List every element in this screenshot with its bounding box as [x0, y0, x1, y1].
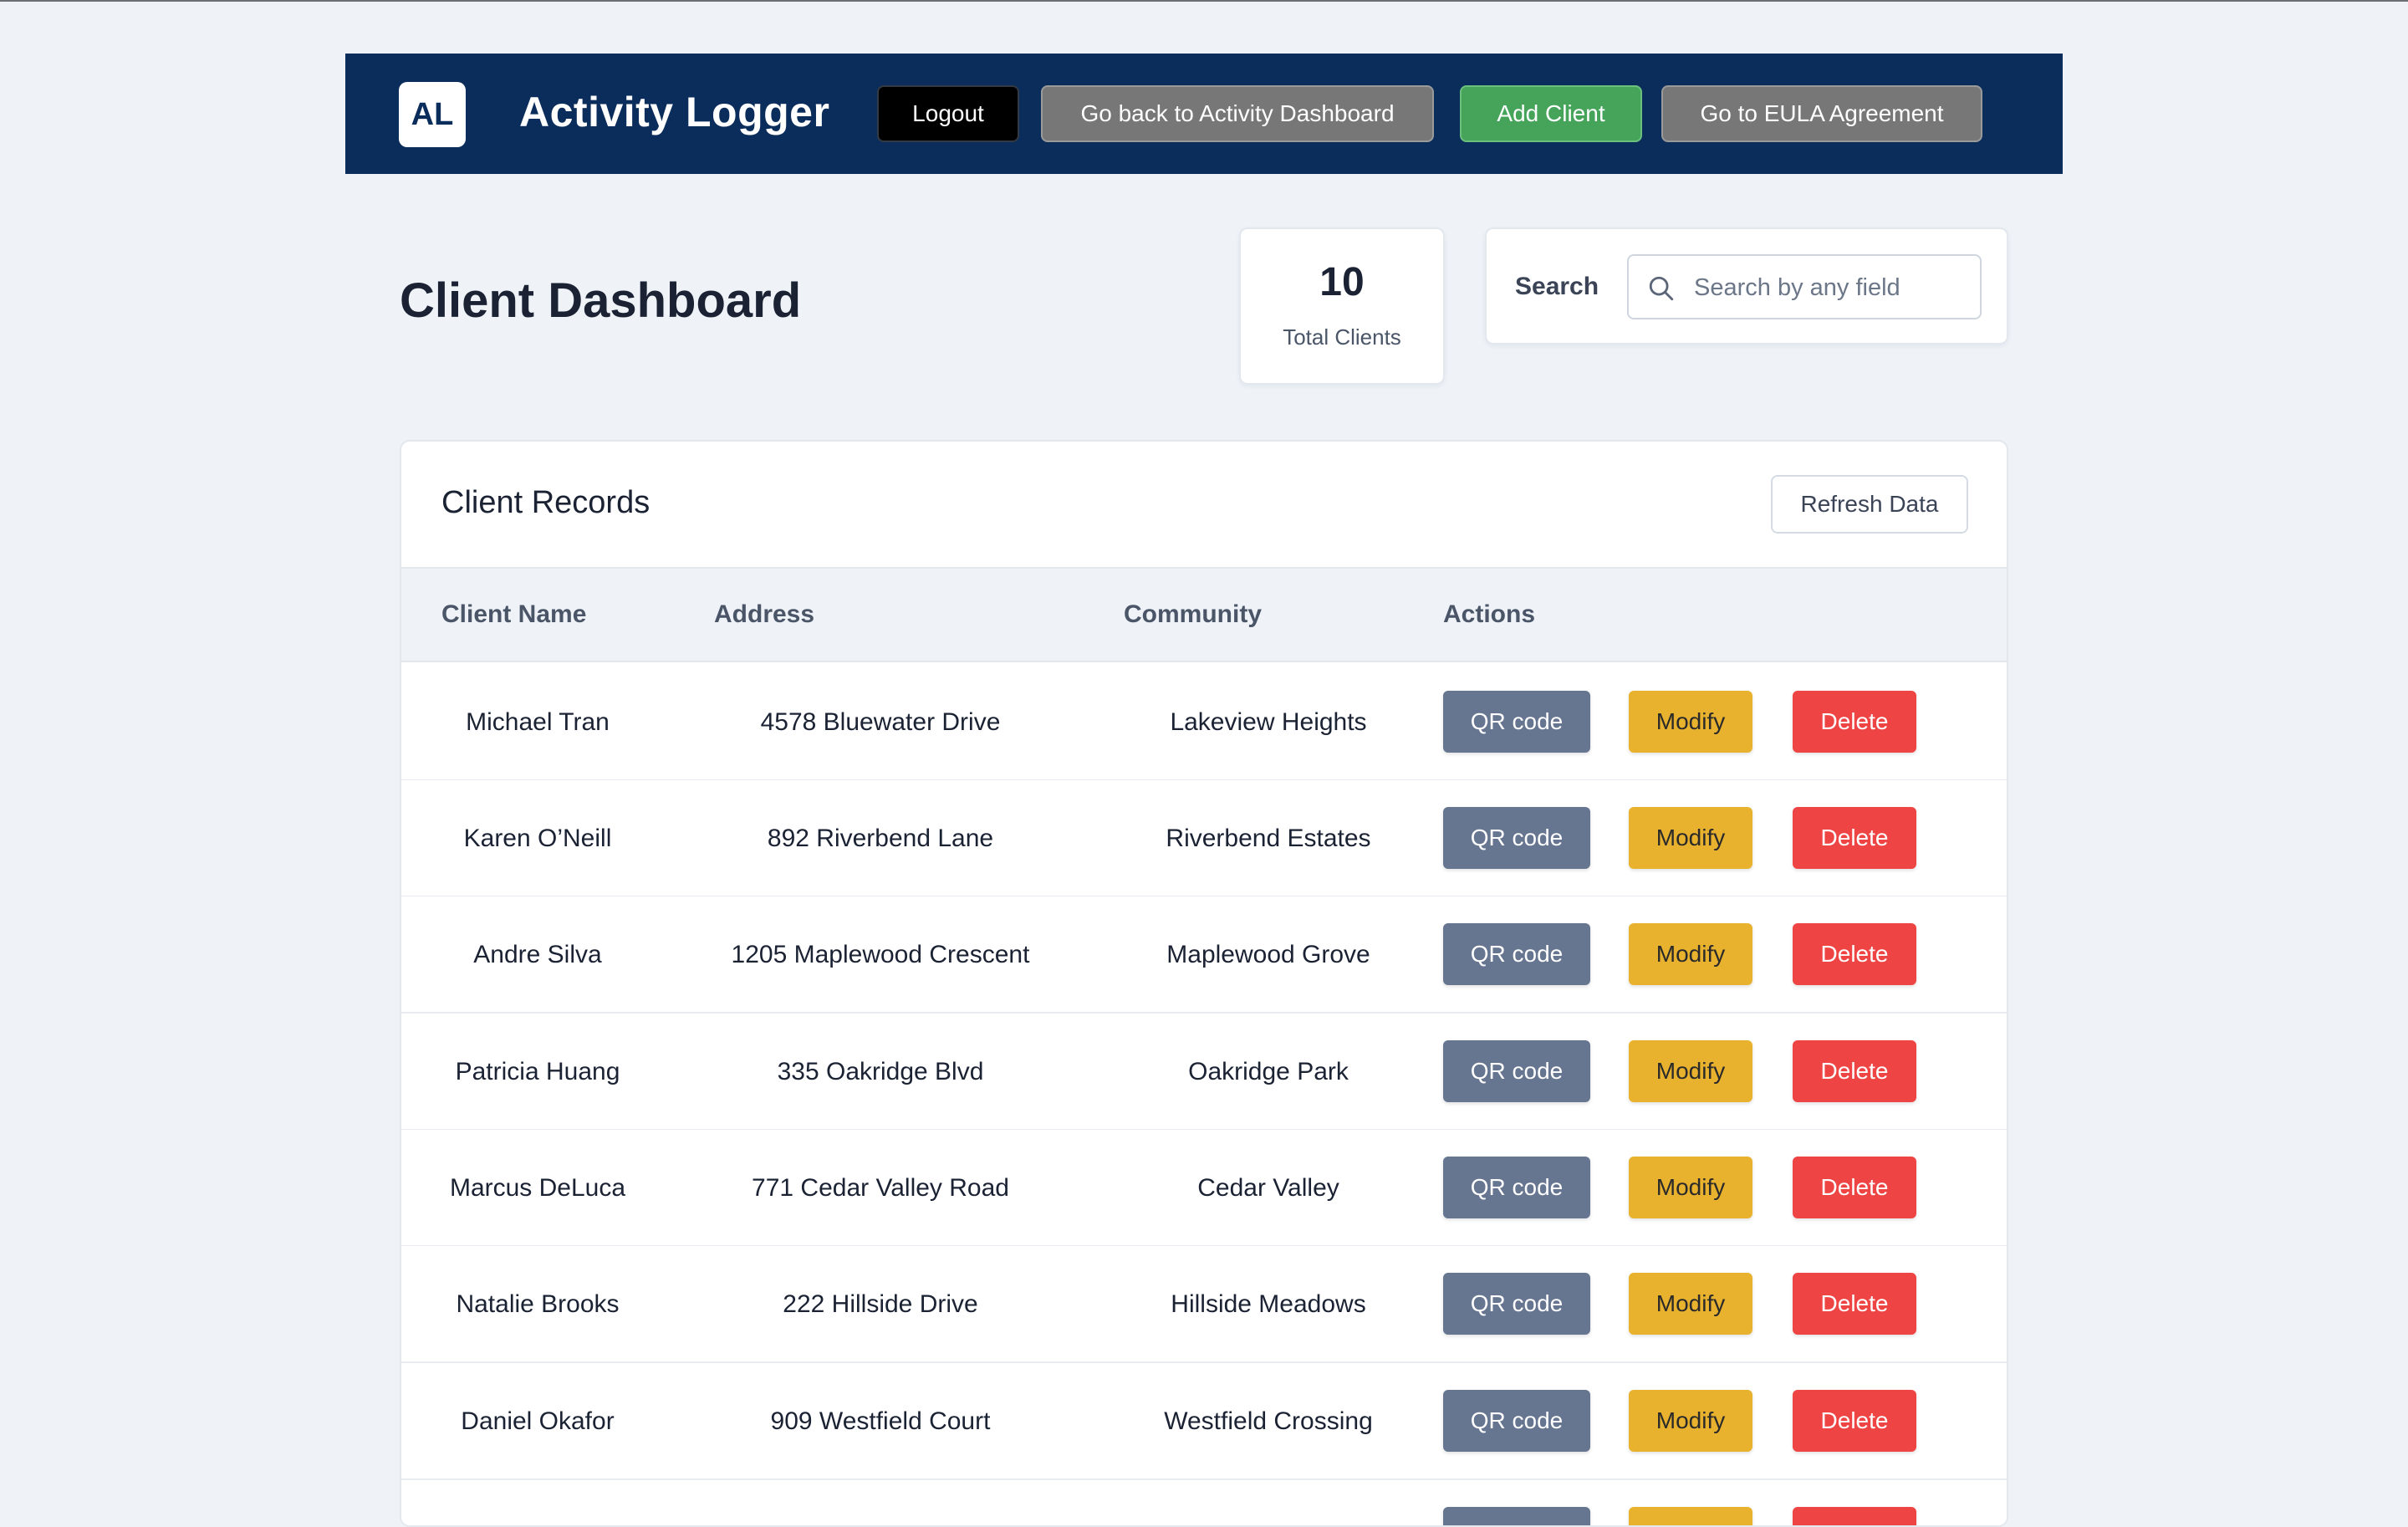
qr-code-button[interactable]: QR code: [1443, 691, 1590, 753]
address-cell: 771 Cedar Valley Road: [752, 1174, 1009, 1202]
client-name-cell: Karen O’Neill: [463, 825, 612, 852]
address-cell: 1205 Maplewood Crescent: [731, 941, 1030, 968]
table-row: Daniel Okafor 909 Westfield Court Westfi…: [401, 1363, 2007, 1480]
modify-button[interactable]: Modify: [1629, 691, 1752, 753]
column-header-actions: Actions: [1443, 600, 1536, 628]
delete-button[interactable]: Delete: [1793, 1390, 1916, 1452]
table-row: Marcus DeLuca 771 Cedar Valley Road Ceda…: [401, 1130, 2007, 1247]
search-card: Search: [1485, 227, 2008, 345]
address-cell: 222 Hillside Drive: [783, 1290, 978, 1318]
table-header: Client Name Address Community Actions: [401, 567, 2007, 662]
table-row: Andre Silva 1205 Maplewood Crescent Mapl…: [401, 896, 2007, 1014]
modify-button[interactable]: [1629, 1507, 1752, 1525]
refresh-data-button[interactable]: Refresh Data: [1771, 475, 1968, 534]
delete-button[interactable]: Delete: [1793, 923, 1916, 985]
delete-button[interactable]: Delete: [1793, 1040, 1916, 1102]
qr-code-button[interactable]: [1443, 1507, 1590, 1525]
community-cell: Cedar Valley: [1197, 1174, 1339, 1202]
modify-button[interactable]: Modify: [1629, 1390, 1752, 1452]
total-clients-card: 10 Total Clients: [1239, 227, 1445, 385]
client-records-title: Client Records: [441, 485, 650, 520]
app-title: Activity Logger: [519, 89, 830, 135]
add-client-button[interactable]: Add Client: [1460, 85, 1642, 142]
address-cell: 892 Riverbend Lane: [767, 825, 994, 852]
qr-code-button[interactable]: QR code: [1443, 1390, 1590, 1452]
delete-button[interactable]: Delete: [1793, 807, 1916, 869]
client-name-cell: Natalie Brooks: [456, 1290, 620, 1318]
table-row: Karen O’Neill 892 Riverbend Lane Riverbe…: [401, 780, 2007, 897]
client-records-card: Client Records Refresh Data Client Name …: [400, 440, 2008, 1527]
modify-button[interactable]: Modify: [1629, 1273, 1752, 1335]
logout-button[interactable]: Logout: [877, 85, 1019, 142]
client-name-cell: Patricia Huang: [455, 1058, 620, 1085]
delete-button[interactable]: Delete: [1793, 691, 1916, 753]
column-header-client-name[interactable]: Client Name: [441, 600, 586, 629]
qr-code-button[interactable]: QR code: [1443, 1157, 1590, 1218]
column-header-community[interactable]: Community: [1124, 600, 1262, 629]
delete-button[interactable]: Delete: [1793, 1273, 1916, 1335]
app-header: AL Activity Logger Logout Go back to Act…: [345, 54, 2063, 174]
table-row: Michael Tran 4578 Bluewater Drive Lakevi…: [401, 664, 2007, 781]
qr-code-button[interactable]: QR code: [1443, 923, 1590, 985]
table-row: Patricia Huang 335 Oakridge Blvd Oakridg…: [401, 1014, 2007, 1131]
page-title: Client Dashboard: [400, 273, 802, 328]
delete-button[interactable]: [1793, 1507, 1916, 1525]
address-cell: 4578 Bluewater Drive: [760, 708, 1001, 736]
search-box[interactable]: [1627, 254, 1982, 319]
modify-button[interactable]: Modify: [1629, 1157, 1752, 1218]
address-cell: 909 Westfield Court: [770, 1407, 991, 1435]
search-icon: [1649, 276, 1674, 301]
community-cell: Riverbend Estates: [1166, 825, 1371, 852]
modify-button[interactable]: Modify: [1629, 807, 1752, 869]
column-header-address[interactable]: Address: [714, 600, 814, 629]
window-top-border: [0, 0, 2408, 2]
total-clients-label: Total Clients: [1283, 324, 1401, 350]
community-cell: Lakeview Heights: [1170, 708, 1367, 736]
table-row: [401, 1480, 2007, 1525]
client-name-cell: Daniel Okafor: [461, 1407, 615, 1435]
community-cell: Maplewood Grove: [1166, 941, 1370, 968]
back-to-activity-dashboard-button[interactable]: Go back to Activity Dashboard: [1041, 85, 1434, 142]
community-cell: Hillside Meadows: [1171, 1290, 1366, 1318]
search-label: Search: [1515, 273, 1599, 300]
modify-button[interactable]: Modify: [1629, 1040, 1752, 1102]
app-logo: AL: [399, 82, 466, 147]
table-row: Natalie Brooks 222 Hillside Drive Hillsi…: [401, 1246, 2007, 1363]
total-clients-value: 10: [1319, 260, 1365, 304]
address-cell: 335 Oakridge Blvd: [777, 1058, 984, 1085]
modify-button[interactable]: Modify: [1629, 923, 1752, 985]
delete-button[interactable]: Delete: [1793, 1157, 1916, 1218]
qr-code-button[interactable]: QR code: [1443, 807, 1590, 869]
qr-code-button[interactable]: QR code: [1443, 1273, 1590, 1335]
eula-agreement-button[interactable]: Go to EULA Agreement: [1661, 85, 1982, 142]
client-name-cell: Andre Silva: [473, 941, 602, 968]
community-cell: Oakridge Park: [1188, 1058, 1349, 1085]
search-input[interactable]: [1694, 268, 1970, 308]
client-name-cell: Marcus DeLuca: [449, 1174, 626, 1202]
community-cell: Westfield Crossing: [1164, 1407, 1373, 1435]
qr-code-button[interactable]: QR code: [1443, 1040, 1590, 1102]
client-name-cell: Michael Tran: [466, 708, 610, 736]
